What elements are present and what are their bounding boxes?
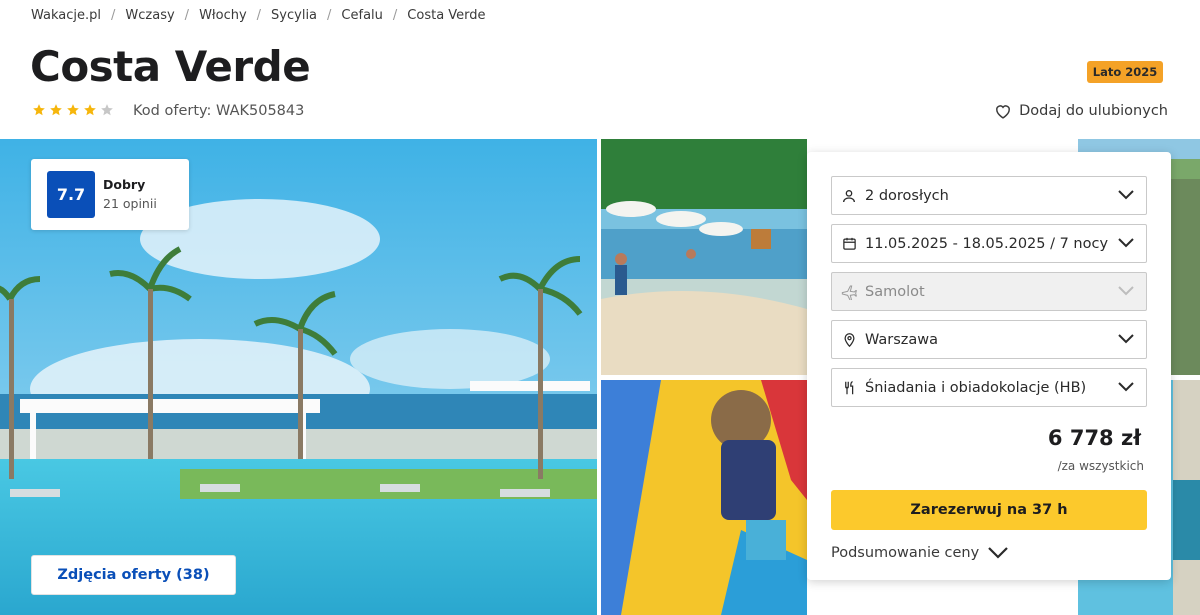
breadcrumb-item-current: Costa Verde — [407, 8, 486, 23]
departure-value: Warszawa — [865, 331, 939, 348]
price-summary-toggle[interactable]: Podsumowanie ceny — [831, 545, 1009, 561]
add-to-favorites-button[interactable]: Dodaj do ulubionych — [994, 103, 1168, 119]
dates-value: 11.05.2025 - 18.05.2025 / 7 nocy — [865, 235, 1109, 252]
chevron-down-icon — [1118, 286, 1134, 296]
breadcrumb-separator: / — [111, 8, 116, 23]
favorite-label: Dodaj do ulubionych — [1019, 103, 1168, 119]
total-price: 6 778 zł — [1047, 426, 1141, 450]
breadcrumb-item-country[interactable]: Włochy — [199, 8, 247, 23]
offer-code: Kod oferty: WAK505843 — [133, 103, 305, 119]
water-slide-photo[interactable] — [601, 380, 807, 615]
breadcrumb-separator: / — [392, 8, 398, 23]
location-pin-icon — [841, 332, 857, 348]
rating-score: 7.7 — [47, 171, 95, 218]
breadcrumb-separator: / — [184, 8, 190, 23]
price-note: /za wszystkich — [1057, 459, 1144, 473]
rating-card[interactable]: 7.7 Dobry 21 opinii — [31, 159, 189, 230]
breadcrumb-item-home[interactable]: Wakacje.pl — [31, 8, 101, 23]
breadcrumb-item-city[interactable]: Cefalu — [341, 8, 382, 23]
person-icon — [841, 188, 857, 204]
chevron-down-icon — [1118, 238, 1134, 248]
board-value: Śniadania i obiadokolacje (HB) — [865, 379, 1087, 396]
chevron-down-icon — [1118, 190, 1134, 200]
price-summary-label: Podsumowanie ceny — [831, 545, 980, 561]
star-empty-icon — [101, 104, 113, 116]
dates-select[interactable]: 11.05.2025 - 18.05.2025 / 7 nocy — [831, 224, 1147, 263]
season-badge: Lato 2025 — [1087, 61, 1163, 83]
hotel-stars — [32, 103, 114, 117]
page-title: Costa Verde — [30, 42, 311, 91]
star-filled-icon — [67, 104, 79, 116]
pool-photo[interactable] — [601, 139, 807, 375]
heart-icon — [996, 105, 1011, 119]
departure-select[interactable]: Warszawa — [831, 320, 1147, 359]
rating-label: Dobry — [103, 177, 146, 192]
transport-select[interactable]: Samolot — [831, 272, 1147, 311]
chevron-down-icon — [1118, 334, 1134, 344]
booking-panel: 2 dorosłych 11.05.2025 - 18.05.2025 / 7 … — [807, 152, 1171, 580]
star-filled-icon — [84, 104, 96, 116]
breadcrumb-separator: / — [256, 8, 262, 23]
star-filled-icon — [33, 104, 45, 116]
chevron-down-icon — [1118, 382, 1134, 392]
cutlery-icon — [841, 380, 857, 396]
plane-icon — [841, 284, 857, 300]
guests-value: 2 dorosłych — [865, 187, 949, 204]
book-button[interactable]: Zarezerwuj na 37 h — [831, 490, 1147, 530]
breadcrumb-item-wczasy[interactable]: Wczasy — [125, 8, 174, 23]
chevron-down-icon — [988, 547, 1008, 559]
star-filled-icon — [50, 104, 62, 116]
breadcrumb-item-region[interactable]: Sycylia — [271, 8, 317, 23]
breadcrumb-separator: / — [327, 8, 332, 23]
board-select[interactable]: Śniadania i obiadokolacje (HB) — [831, 368, 1147, 407]
transport-value: Samolot — [865, 283, 925, 300]
calendar-icon — [841, 236, 857, 252]
guests-select[interactable]: 2 dorosłych — [831, 176, 1147, 215]
rating-count: 21 opinii — [103, 196, 157, 211]
gallery-button[interactable]: Zdjęcia oferty (38) — [31, 555, 236, 595]
breadcrumb: Wakacje.pl / Wczasy / Włochy / Sycylia /… — [31, 8, 486, 23]
